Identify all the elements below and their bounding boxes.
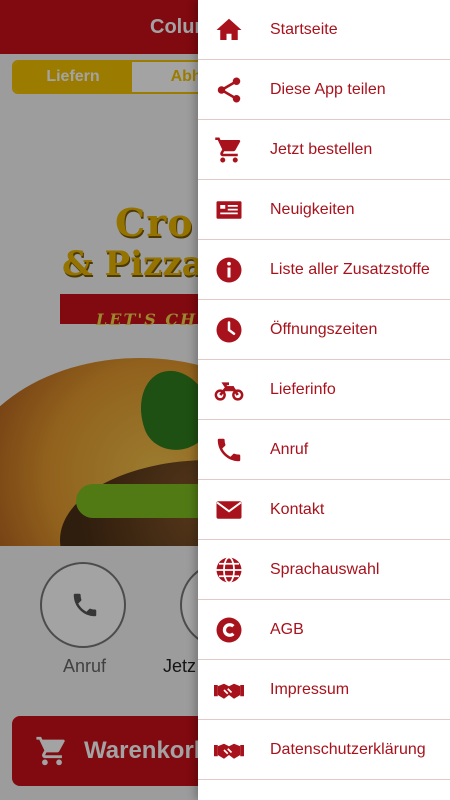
clock-icon [216,317,242,343]
menu-item-label: Anruf [270,441,309,458]
menu-item-label: Öffnungszeiten [270,321,378,338]
menu-item-label: Liste aller Zusatzstoffe [270,261,430,278]
menu-item-delivery-info[interactable]: Lieferinfo [198,360,450,420]
share-icon [217,77,241,103]
menu-item-label: Lieferinfo [270,381,336,398]
cart-icon [215,137,241,163]
home-icon [216,18,242,40]
newspaper-icon [216,201,242,219]
menu-item-contact[interactable]: Kontakt [198,480,450,540]
handshake-icon [214,743,244,759]
copyright-icon [216,617,242,643]
menu-item-label: Sprachauswahl [270,561,380,578]
menu-item-label: Diese App teilen [270,81,386,98]
menu-item-label: Datenschutzerklärung [270,741,426,758]
menu-item-label: Neuigkeiten [270,201,355,218]
menu-item-additives[interactable]: Liste aller Zusatzstoffe [198,240,450,300]
navigation-drawer: Startseite Diese App teilen Jetzt bestel… [198,0,450,800]
menu-item-call[interactable]: Anruf [198,420,450,480]
menu-item-news[interactable]: Neuigkeiten [198,180,450,240]
menu-item-privacy[interactable]: Datenschutzerklärung [198,720,450,780]
envelope-icon [216,501,242,519]
info-icon [216,257,242,283]
menu-item-share-app[interactable]: Diese App teilen [198,60,450,120]
motorcycle-icon [214,382,244,401]
handshake-icon [214,683,244,699]
phone-icon [217,438,241,462]
menu-item-label: Jetzt bestellen [270,141,373,158]
menu-item-imprint[interactable]: Impressum [198,660,450,720]
menu-item-startseite[interactable]: Startseite [198,0,450,60]
menu-item-label: Impressum [270,681,350,698]
globe-icon [216,556,242,584]
menu-item-label: Startseite [270,21,338,38]
menu-item-opening-hours[interactable]: Öffnungszeiten [198,300,450,360]
menu-item-order-now[interactable]: Jetzt bestellen [198,120,450,180]
menu-item-language[interactable]: Sprachauswahl [198,540,450,600]
menu-item-label: Kontakt [270,501,325,518]
menu-item-label: AGB [270,621,304,638]
menu-item-terms[interactable]: AGB [198,600,450,660]
